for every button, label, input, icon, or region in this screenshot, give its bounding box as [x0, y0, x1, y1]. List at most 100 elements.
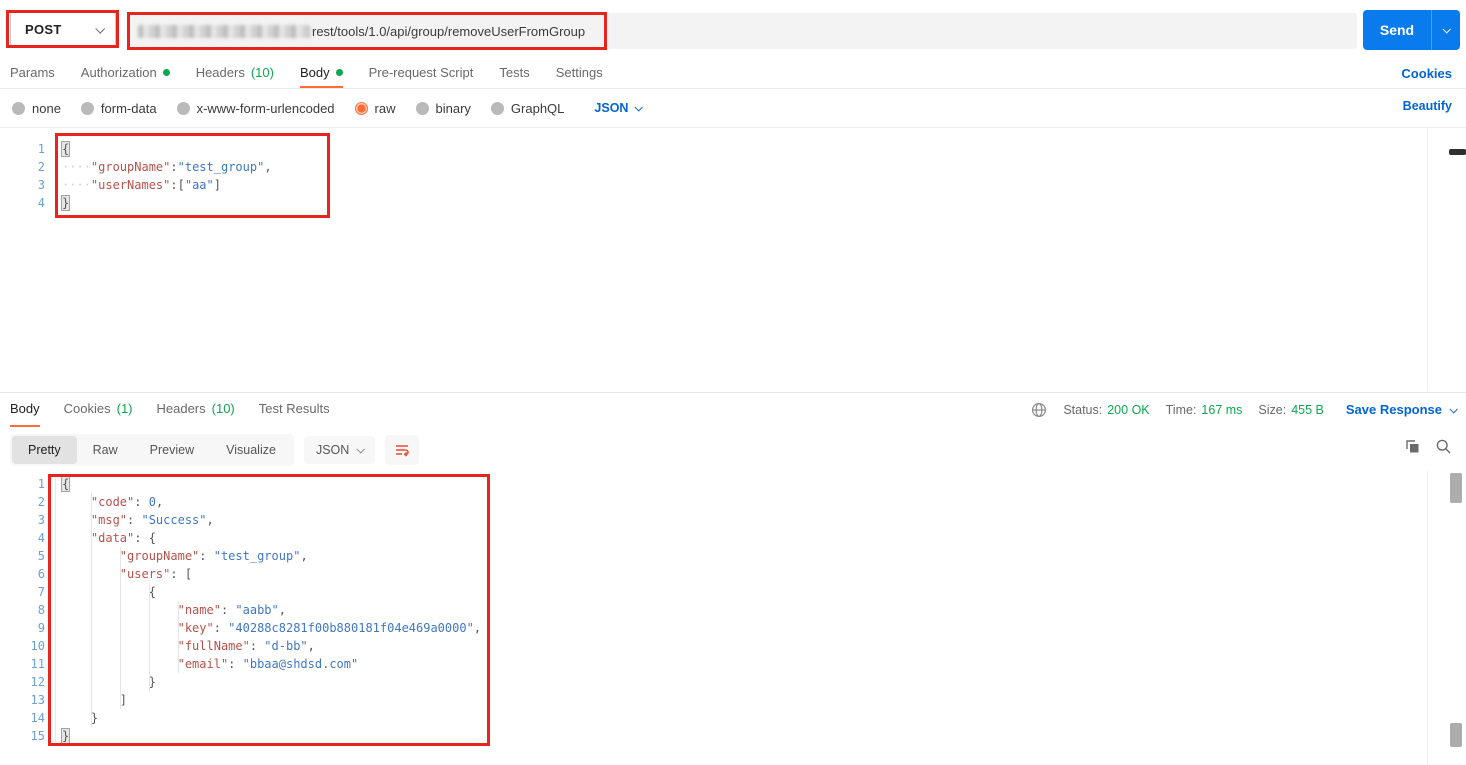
code-line[interactable]: "fullName": "d-bb", [62, 637, 481, 655]
tab-authorization[interactable]: Authorization [81, 60, 170, 88]
tab-count-badge: (10) [211, 401, 235, 416]
body-mode-GraphQL[interactable]: GraphQL [490, 101, 564, 116]
view-tab-preview[interactable]: Preview [134, 436, 210, 464]
tab-label: Params [10, 65, 55, 80]
response-language-select[interactable]: JSON [303, 436, 376, 464]
save-response-button[interactable]: Save Response [1346, 402, 1458, 417]
code-line[interactable]: "key": "40288c8281f00b880181f04e469a0000… [62, 619, 481, 637]
tab-headers[interactable]: Headers (10) [196, 60, 274, 88]
tab-label: Headers [156, 401, 206, 416]
http-method-select[interactable]: POST [10, 12, 116, 46]
body-mode-x-www-form-urlencoded[interactable]: x-www-form-urlencoded [176, 101, 335, 116]
tab-body[interactable]: Body [299, 60, 343, 88]
url-input[interactable]: rest/tools/1.0/api/group/removeUserFromG… [128, 13, 1357, 49]
view-tab-visualize[interactable]: Visualize [210, 436, 292, 464]
code-line[interactable]: "email": "bbaa@shdsd.com" [62, 655, 481, 673]
code-token: ] [213, 178, 221, 192]
code-token: "userNames" [90, 178, 171, 192]
editor-edge-line [1427, 470, 1428, 765]
code-token: "40288c8281f00b880181f04e469a0000" [228, 621, 474, 635]
tab-label: Body [299, 65, 330, 80]
code-line[interactable]: ····"userNames":["aa"] [62, 176, 272, 194]
code-line[interactable]: "groupName": "test_group", [62, 547, 481, 565]
line-number: 2 [37, 160, 45, 174]
line-number: 12 [30, 675, 45, 689]
tab-label: Cookies [63, 401, 111, 416]
tab-count-badge: (1) [116, 401, 133, 416]
request-language-select[interactable]: JSON [594, 101, 644, 115]
code-line[interactable]: "code": 0, [62, 493, 481, 511]
code-token: } [148, 675, 156, 689]
body-mode-raw[interactable]: raw [354, 101, 396, 116]
beautify-link[interactable]: Beautify [1403, 99, 1452, 113]
code-token: : [213, 621, 229, 635]
code-token: "d-bb" [264, 639, 308, 653]
code-token: , [300, 549, 308, 563]
response-meta-row: Status: 200 OK Time: 167 ms Size: 455 B … [1031, 392, 1458, 427]
code-line[interactable]: } [62, 727, 481, 745]
code-line[interactable]: "msg": "Success", [62, 511, 481, 529]
wrap-lines-button[interactable] [385, 435, 420, 465]
line-number: 2 [37, 495, 45, 509]
view-tab-pretty[interactable]: Pretty [12, 436, 77, 464]
tab-tests[interactable]: Tests [499, 60, 529, 88]
response-body-editor[interactable]: 1 2 3 4 5 6 7 8 9 10 11 12 13 14 15 { "code": 0, "msg"… [0, 470, 1466, 765]
code-token: "test_group" [177, 160, 265, 174]
tab-label: Test Results [258, 401, 330, 416]
radio-icon [176, 101, 190, 115]
request-editor-scrollbar[interactable] [1449, 149, 1466, 155]
response-tab-body[interactable]: Body [10, 393, 40, 427]
code-token: "test_group" [213, 549, 301, 563]
globe-icon [1031, 402, 1047, 418]
code-line[interactable]: } [62, 673, 481, 691]
request-body-editor[interactable]: 1234 {····"groupName":"test_group", ····"… [0, 127, 1466, 391]
cookies-link[interactable]: Cookies [1401, 66, 1452, 81]
response-tab-test-results[interactable]: Test Results [259, 393, 330, 427]
line-number: 1 [37, 477, 45, 491]
radio-icon [490, 101, 504, 115]
code-line[interactable]: } [62, 709, 481, 727]
tab-params[interactable]: Params [10, 60, 55, 88]
code-line[interactable]: "data": { [62, 529, 481, 547]
size-label: Size: [1258, 402, 1287, 417]
send-button[interactable]: Send [1363, 10, 1460, 50]
line-number: 11 [30, 657, 45, 671]
code-token: , [206, 513, 214, 527]
code-line[interactable]: { [62, 140, 272, 158]
status-label: Status: [1063, 402, 1103, 417]
copy-response-button[interactable] [1404, 438, 1421, 455]
body-mode-binary[interactable]: binary [415, 101, 471, 116]
redacted-url-host [138, 24, 310, 38]
view-tab-raw[interactable]: Raw [77, 436, 134, 464]
line-number: 5 [37, 549, 45, 563]
line-number: 3 [37, 513, 45, 527]
body-mode-none[interactable]: none [12, 101, 61, 116]
line-number: 1 [37, 142, 45, 156]
code-line[interactable]: ····"groupName":"test_group", [62, 158, 272, 176]
code-token: "email" [177, 657, 229, 671]
response-tab-headers[interactable]: Headers (10) [157, 393, 235, 427]
request-body-code[interactable]: { ····"groupName":"test_group", ····"userN… [62, 140, 272, 212]
response-tab-cookies[interactable]: Cookies (1) [64, 393, 133, 427]
body-mode-form-data[interactable]: form-data [80, 101, 157, 116]
response-scrollbar-thumb[interactable] [1450, 723, 1462, 747]
chevron-down-icon [634, 103, 644, 112]
code-line[interactable]: "users": [ [62, 565, 481, 583]
code-token: { [62, 142, 70, 156]
tab-settings[interactable]: Settings [556, 60, 603, 88]
body-mode-row: none form-data x-www-form-urlencoded raw bin… [0, 92, 1466, 124]
response-body-code[interactable]: { "code": 0, "msg": "Success", "data": {… [62, 475, 481, 745]
search-response-button[interactable] [1435, 438, 1452, 455]
response-scrollbar-thumb[interactable] [1450, 473, 1462, 503]
code-line[interactable]: { [62, 583, 481, 601]
send-options-button[interactable] [1432, 25, 1460, 34]
code-line[interactable]: ] [62, 691, 481, 709]
code-line[interactable]: { [62, 475, 481, 493]
code-line[interactable]: } [62, 194, 272, 212]
code-line[interactable]: "name": "aabb", [62, 601, 481, 619]
code-token: : [134, 531, 149, 545]
tab-pre-request-script[interactable]: Pre-request Script [369, 60, 474, 88]
